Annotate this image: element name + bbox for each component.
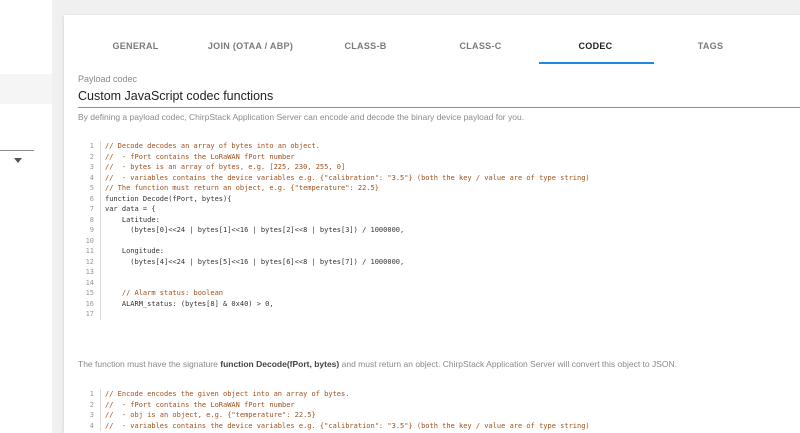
payload-codec-label: Payload codec <box>78 74 138 84</box>
tab-join[interactable]: JOIN (OTAA / ABP) <box>193 15 308 63</box>
line-number: 13 <box>80 267 101 278</box>
code-line: 7 var data = { <box>80 204 800 215</box>
line-number: 1 <box>80 141 101 152</box>
code-line: 12 (bytes[4]<<24 | bytes[5]<<16 | bytes[… <box>80 256 800 267</box>
line-number: 2 <box>80 399 101 410</box>
decode-function-description: The function must have the signature fun… <box>78 359 677 369</box>
decode-desc-before: The function must have the signature <box>78 359 221 369</box>
line-number: 10 <box>80 235 101 246</box>
line-number: 14 <box>80 277 101 288</box>
select-underline <box>0 150 34 151</box>
line-number: 4 <box>80 420 101 431</box>
line-number: 16 <box>80 298 101 309</box>
sidebar-selected-item[interactable] <box>0 74 52 104</box>
chevron-down-icon[interactable] <box>14 158 22 163</box>
code-text: var data = { <box>105 205 156 213</box>
code-line: 4 // - variables contains the device vari… <box>80 172 800 183</box>
code-line: 14 <box>80 277 800 288</box>
code-text: // The function must return an object, e… <box>105 184 379 192</box>
code-text: // Decode decodes an array of bytes into… <box>105 142 320 150</box>
code-line: 11 Longitude: <box>80 246 800 257</box>
line-number: 4 <box>80 172 101 183</box>
line-number: 7 <box>80 204 101 215</box>
left-panel <box>0 0 52 433</box>
code-text: // Alarm status: boolean <box>105 289 224 297</box>
code-line: 8 Latitude: <box>80 214 800 225</box>
code-line: 17 <box>80 309 800 320</box>
code-text: // Encode encodes the given object into … <box>105 390 350 398</box>
code-text: // - obj is an object, e.g. {"temperatur… <box>105 411 316 419</box>
line-number: 11 <box>80 246 101 257</box>
payload-codec-underline <box>78 107 800 108</box>
tab-general[interactable]: GENERAL <box>78 15 193 63</box>
code-line: 6 function Decode(fPort, bytes){ <box>80 193 800 204</box>
active-tab-indicator <box>539 62 654 64</box>
tab-codec[interactable]: CODEC <box>538 15 653 63</box>
code-line: 4 // - variables contains the device vari… <box>80 420 800 431</box>
line-number: 5 <box>80 183 101 194</box>
code-text: Latitude: <box>105 215 160 224</box>
tab-tags[interactable]: TAGS <box>653 15 768 63</box>
code-text: // - fPort contains the LoRaWAN fPort nu… <box>105 400 295 409</box>
decode-desc-after: and must return an object. ChirpStack Ap… <box>339 359 678 369</box>
payload-codec-helper: By defining a payload codec, ChirpStack … <box>78 112 525 122</box>
code-line: 2 // - fPort contains the LoRaWAN fPort n… <box>80 151 800 162</box>
code-text: // - variables contains the device varia… <box>105 421 590 430</box>
payload-codec-select[interactable]: Custom JavaScript codec functions <box>78 89 273 103</box>
line-number: 2 <box>80 151 101 162</box>
encode-code-editor[interactable]: 1 // Encode encodes the given object into… <box>80 389 800 433</box>
code-text: (bytes[4]<<24 | bytes[5]<<16 | bytes[6]<… <box>105 257 405 266</box>
code-line: 3 // - bytes is an array of bytes, e.g. [… <box>80 162 800 173</box>
code-line: 3 // - obj is an object, e.g. {"temperatu… <box>80 410 800 421</box>
code-line: 10 <box>80 235 800 246</box>
code-text: Longitude: <box>105 247 165 255</box>
line-number: 6 <box>80 193 101 204</box>
tab-bar: GENERAL JOIN (OTAA / ABP) CLASS-B CLASS-… <box>64 15 800 64</box>
code-line: 16 ALARM_status: (bytes[8] & 0x40) > 0, <box>80 298 800 309</box>
line-number: 9 <box>80 225 101 236</box>
code-text: // - fPort contains the LoRaWAN fPort nu… <box>105 152 295 161</box>
device-form-card: GENERAL JOIN (OTAA / ABP) CLASS-B CLASS-… <box>64 15 800 433</box>
code-text: (bytes[0]<<24 | bytes[1]<<16 | bytes[2]<… <box>105 226 405 234</box>
line-number: 15 <box>80 288 101 299</box>
decode-desc-signature: function Decode(fPort, bytes) <box>220 359 340 369</box>
line-number: 3 <box>80 162 101 173</box>
code-line: 5 // The function must return an object, … <box>80 183 800 194</box>
code-line: 1 // Encode encodes the given object into… <box>80 389 800 400</box>
tab-class-c[interactable]: CLASS-C <box>423 15 538 63</box>
code-line: 1 // Decode decodes an array of bytes int… <box>80 141 800 152</box>
code-line: 2 // - fPort contains the LoRaWAN fPort n… <box>80 399 800 410</box>
code-text: function Decode(fPort, bytes){ <box>105 194 232 203</box>
line-number: 3 <box>80 410 101 421</box>
code-line: 13 <box>80 267 800 278</box>
line-number: 8 <box>80 214 101 225</box>
code-text: // - variables contains the device varia… <box>105 173 590 182</box>
line-number: 17 <box>80 309 101 320</box>
code-line: 15 // Alarm status: boolean <box>80 288 800 299</box>
code-line: 9 (bytes[0]<<24 | bytes[1]<<16 | bytes[2… <box>80 225 800 236</box>
code-text: ALARM_status: (bytes[8] & 0x40) > 0, <box>105 299 274 308</box>
decode-code-editor[interactable]: 1 // Decode decodes an array of bytes int… <box>80 141 800 353</box>
line-number: 12 <box>80 256 101 267</box>
line-number: 1 <box>80 389 101 400</box>
code-text: // - bytes is an array of bytes, e.g. [2… <box>105 163 346 171</box>
tab-class-b[interactable]: CLASS-B <box>308 15 423 63</box>
